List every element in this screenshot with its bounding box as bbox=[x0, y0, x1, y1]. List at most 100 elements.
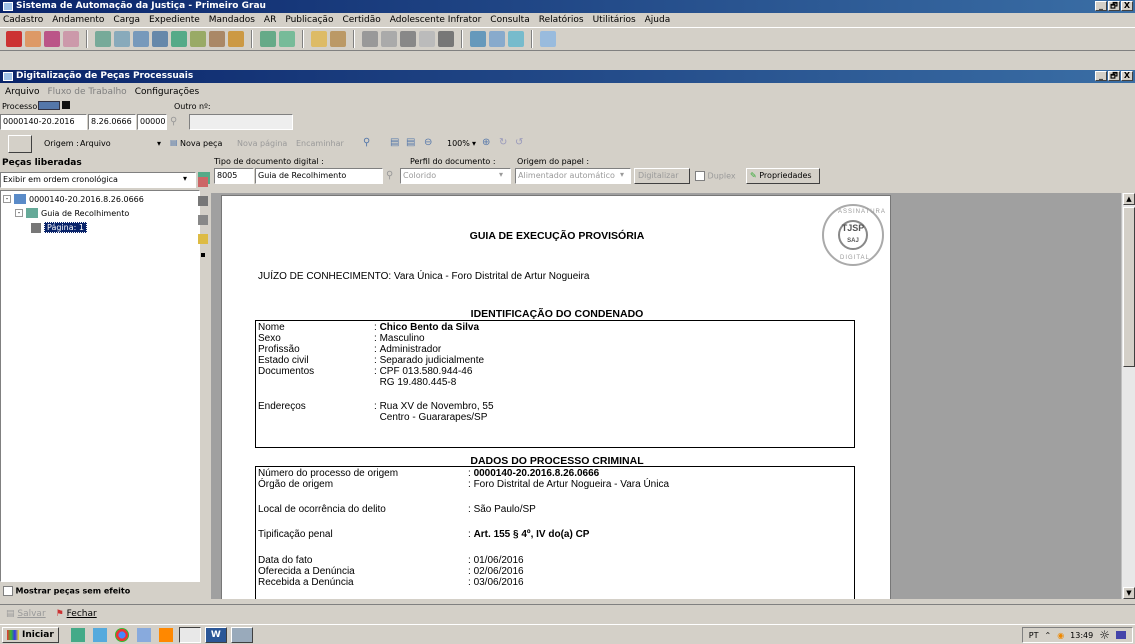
zoom-level[interactable]: 100% bbox=[447, 139, 470, 148]
tool-icon[interactable] bbox=[419, 31, 435, 47]
child-close-button[interactable]: X bbox=[1121, 71, 1133, 81]
chevron-down-icon[interactable]: ▾ bbox=[183, 174, 187, 183]
menu-expediente[interactable]: Expediente bbox=[149, 15, 200, 25]
search-icon[interactable]: ⚲ bbox=[170, 116, 177, 127]
menu-publicacao[interactable]: Publicação bbox=[285, 15, 333, 25]
folder-icon[interactable] bbox=[152, 31, 168, 47]
order-select[interactable]: Exibir em ordem cronológica bbox=[0, 172, 196, 188]
processo-number-part1[interactable]: 0000140-20.2016 bbox=[0, 114, 87, 130]
fit-width-icon[interactable]: ▤ bbox=[406, 137, 415, 148]
folder-icon[interactable] bbox=[190, 31, 206, 47]
chevron-down-icon[interactable]: ▾ bbox=[472, 139, 476, 148]
fechar-button[interactable]: ⚑ Fechar bbox=[56, 609, 97, 619]
mostrar-pecas-checkbox[interactable]: Mostrar peças sem efeito bbox=[3, 586, 130, 596]
chevron-down-icon[interactable]: ▾ bbox=[157, 139, 161, 148]
duplex-checkbox[interactable]: Duplex bbox=[695, 171, 736, 181]
clock[interactable]: 13:49 bbox=[1070, 631, 1093, 640]
tipo-value-field[interactable]: Guia de Recolhimento bbox=[255, 168, 383, 184]
nova-peca-button[interactable]: Nova peça bbox=[180, 139, 222, 148]
tool-icon[interactable] bbox=[540, 31, 556, 47]
tool-icon[interactable] bbox=[260, 31, 276, 47]
tool-icon[interactable] bbox=[330, 31, 346, 47]
search-icon[interactable]: ⚲ bbox=[386, 170, 393, 181]
document-viewer[interactable]: ASSINATURA TJSP SAJ DIGITAL GUIA DE EXEC… bbox=[211, 193, 1121, 599]
propriedades-button[interactable]: ✎ Propriedades bbox=[746, 168, 820, 184]
encaminhar-button[interactable]: Encaminhar bbox=[296, 139, 344, 148]
folder-icon[interactable] bbox=[209, 31, 225, 47]
tool-icon[interactable] bbox=[489, 31, 505, 47]
document-icon[interactable] bbox=[362, 31, 378, 47]
calendar-icon[interactable] bbox=[228, 31, 244, 47]
folder-icon[interactable] bbox=[95, 31, 111, 47]
scanner-icon[interactable] bbox=[400, 31, 416, 47]
zoom-in-icon[interactable]: ⊕ bbox=[482, 137, 490, 148]
folder-icon[interactable] bbox=[171, 31, 187, 47]
checkbox-box[interactable] bbox=[695, 171, 705, 181]
menu-configuracoes[interactable]: Configurações bbox=[135, 86, 199, 98]
scroll-down-icon[interactable]: ▼ bbox=[1123, 587, 1135, 599]
tree-node-processo[interactable]: - 0000140-20.2016.8.26.0666 bbox=[3, 194, 144, 204]
menu-relatorios[interactable]: Relatórios bbox=[539, 15, 584, 25]
minimize-button[interactable]: _ bbox=[1095, 1, 1107, 11]
tool-icon[interactable] bbox=[470, 31, 486, 47]
menu-ar[interactable]: AR bbox=[264, 15, 276, 25]
desktop-icon[interactable] bbox=[1116, 631, 1126, 639]
origem-value[interactable]: Arquivo bbox=[80, 139, 111, 148]
quicklaunch-icon[interactable] bbox=[92, 627, 107, 642]
menu-mandados[interactable]: Mandados bbox=[209, 15, 255, 25]
zoom-out-icon[interactable]: ⊖ bbox=[424, 137, 432, 148]
menu-utilitarios[interactable]: Utilitários bbox=[593, 15, 636, 25]
menu-certidao[interactable]: Certidão bbox=[342, 15, 380, 25]
salvar-button[interactable]: ▤ Salvar bbox=[6, 609, 46, 619]
restore-button[interactable]: 🗗 bbox=[1108, 1, 1120, 11]
tool-icon[interactable] bbox=[508, 31, 524, 47]
tree-node-guia[interactable]: - Guia de Recolhimento bbox=[15, 208, 129, 218]
document-icon[interactable] bbox=[381, 31, 397, 47]
tool-icon[interactable] bbox=[438, 31, 454, 47]
origem-papel-select[interactable]: Alimentador automático bbox=[515, 168, 631, 184]
quicklaunch-icon[interactable] bbox=[70, 627, 85, 642]
scroll-up-icon[interactable]: ▲ bbox=[1123, 193, 1135, 205]
digitalizar-button[interactable]: Digitalizar bbox=[634, 168, 690, 184]
chevron-up-icon[interactable]: ⌃ bbox=[1044, 631, 1051, 640]
rotate-right-icon[interactable]: ↻ bbox=[499, 137, 507, 148]
collapse-icon[interactable]: - bbox=[15, 209, 23, 217]
tool-icon[interactable] bbox=[279, 31, 295, 47]
stop-icon[interactable] bbox=[62, 101, 70, 109]
monitor-button[interactable] bbox=[8, 135, 32, 153]
child-minimize-button[interactable]: _ bbox=[1095, 71, 1107, 81]
pages-icon[interactable] bbox=[198, 215, 208, 225]
chevron-down-icon[interactable]: ▾ bbox=[620, 170, 624, 179]
tool-icon[interactable] bbox=[44, 31, 60, 47]
taskbar-app[interactable] bbox=[230, 626, 253, 643]
menu-ajuda[interactable]: Ajuda bbox=[645, 15, 671, 25]
menu-adolescente[interactable]: Adolescente Infrator bbox=[390, 15, 482, 25]
document-icon[interactable] bbox=[198, 196, 208, 206]
quicklaunch-icon[interactable] bbox=[136, 627, 151, 642]
taskbar-app-saj[interactable] bbox=[178, 626, 201, 643]
scroll-thumb[interactable] bbox=[1123, 207, 1135, 367]
language-indicator[interactable]: PT bbox=[1029, 631, 1039, 640]
notification-icon[interactable]: ◉ bbox=[1057, 631, 1064, 640]
menu-carga[interactable]: Carga bbox=[113, 15, 140, 25]
tool-icon[interactable] bbox=[25, 31, 41, 47]
tree-node-pagina[interactable]: Página: 1 bbox=[31, 222, 87, 233]
more-icon[interactable] bbox=[201, 253, 205, 257]
processo-number-part3[interactable]: 00000 bbox=[137, 114, 167, 130]
folder-icon[interactable] bbox=[133, 31, 149, 47]
tipo-code-field[interactable]: 8005 bbox=[214, 168, 254, 184]
menu-fluxo-trabalho[interactable]: Fluxo de Trabalho bbox=[47, 86, 126, 98]
checkbox-box[interactable] bbox=[3, 586, 13, 596]
menu-consulta[interactable]: Consulta bbox=[490, 15, 529, 25]
menu-cadastro[interactable]: Cadastro bbox=[3, 15, 43, 25]
start-button[interactable]: Iniciar bbox=[2, 626, 59, 643]
rotate-left-icon[interactable]: ↺ bbox=[515, 137, 523, 148]
processo-number-part2[interactable]: 8.26.0666 bbox=[88, 114, 136, 130]
nova-pagina-button[interactable]: Nova página bbox=[237, 139, 287, 148]
folder-icon[interactable] bbox=[114, 31, 130, 47]
word-icon[interactable]: W bbox=[204, 626, 227, 643]
perfil-select[interactable]: Colorido bbox=[400, 168, 511, 184]
lock-icon[interactable] bbox=[198, 234, 208, 244]
chrome-icon[interactable] bbox=[114, 627, 129, 642]
tool-icon[interactable] bbox=[63, 31, 79, 47]
